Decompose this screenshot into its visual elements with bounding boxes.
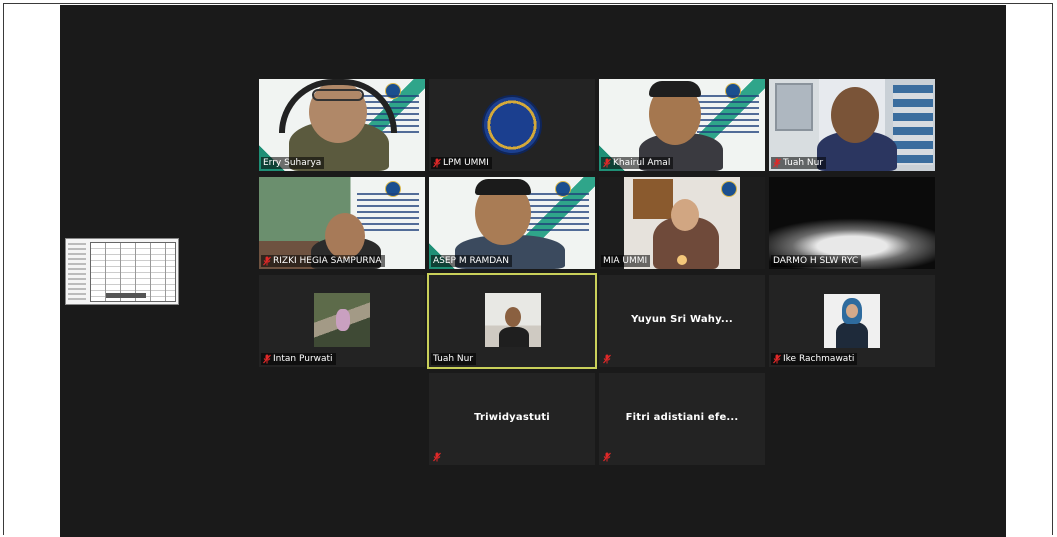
participant-name: Tuah Nur <box>433 354 474 364</box>
microphone-muted-icon <box>603 354 611 364</box>
participant-tile[interactable]: Yuyun Sri Wahy... <box>599 275 765 367</box>
participant-tile[interactable]: Ike Rachmawati <box>769 275 935 367</box>
participant-name-label <box>601 451 614 463</box>
person-head <box>831 87 879 143</box>
participant-name-label: Tuah Nur <box>431 353 477 365</box>
participant-name-label: DARMO H SLW RYC <box>771 255 862 267</box>
participant-display-name: Triwidyastuti <box>474 412 550 423</box>
university-logo <box>484 97 540 153</box>
participant-name-label <box>601 353 614 365</box>
slide-text <box>527 193 589 233</box>
participant-name-label: RIZKI HEGIA SAMPURNA <box>261 255 385 267</box>
microphone-muted-icon <box>433 158 441 168</box>
window <box>775 83 813 131</box>
participant-name: DARMO H SLW RYC <box>773 256 859 266</box>
participant-tile[interactable]: RIZKI HEGIA SAMPURNA <box>259 177 425 269</box>
participant-name: LPM UMMI <box>443 158 489 168</box>
participant-tile[interactable]: Khairul Amal <box>599 79 765 171</box>
participant-display-name: Yuyun Sri Wahy... <box>631 314 733 325</box>
profile-photo <box>485 293 541 347</box>
participant-name: MIA UMMI <box>603 256 648 266</box>
profile-photo <box>824 294 880 348</box>
spreadsheet-footer <box>106 293 146 298</box>
person-face <box>846 304 858 318</box>
slide-text <box>697 95 759 135</box>
person-head <box>325 213 365 259</box>
person-face <box>671 199 699 231</box>
participant-tile[interactable]: Erry Suharya <box>259 79 425 171</box>
participant-tile-active-speaker[interactable]: Tuah Nur <box>427 273 597 369</box>
microphone-muted-icon <box>603 158 611 168</box>
shared-screen-thumbnail[interactable] <box>65 238 179 305</box>
slide-logo <box>721 181 737 197</box>
participant-tile[interactable]: Tuah Nur <box>769 79 935 171</box>
participant-tile[interactable]: LPM UMMI <box>429 79 595 171</box>
microphone-muted-icon <box>433 452 441 462</box>
participant-name: Erry Suharya <box>263 158 322 168</box>
participant-tile[interactable]: MIA UMMI <box>599 177 765 269</box>
participant-name: RIZKI HEGIA SAMPURNA <box>273 256 382 266</box>
microphone-muted-icon <box>773 354 781 364</box>
participant-tile[interactable]: Intan Purwati <box>259 275 425 367</box>
microphone-muted-icon <box>603 452 611 462</box>
light <box>677 255 687 265</box>
participant-name-label: Tuah Nur <box>771 157 827 169</box>
document-sidebar <box>68 243 86 301</box>
participant-name-label: LPM UMMI <box>431 157 492 169</box>
participant-tile[interactable]: DARMO H SLW RYC <box>769 177 935 269</box>
slide-text <box>357 193 419 233</box>
participant-tile[interactable]: Triwidyastuti <box>429 373 595 465</box>
person-hair <box>475 179 531 195</box>
participant-name-label: ASEP M RAMDAN <box>431 255 512 267</box>
participant-name-label: Khairul Amal <box>601 157 674 169</box>
person-body <box>836 322 868 348</box>
bookshelf <box>893 85 933 165</box>
participant-name: Tuah Nur <box>783 158 824 168</box>
participant-name-label: Intan Purwati <box>261 353 336 365</box>
microphone-muted-icon <box>263 354 271 364</box>
profile-photo <box>314 293 370 347</box>
person-head <box>505 307 521 327</box>
participant-tile[interactable]: Fitri adistiani efe... <box>599 373 765 465</box>
participant-tile[interactable]: ASEP M RAMDAN <box>429 177 595 269</box>
person-hair <box>649 81 701 97</box>
wall-ornament <box>633 179 673 219</box>
person-body <box>499 327 529 347</box>
participant-name: Ike Rachmawati <box>783 354 855 364</box>
participant-name: Intan Purwati <box>273 354 333 364</box>
microphone-muted-icon <box>263 256 271 266</box>
participant-name-label: MIA UMMI <box>601 255 651 267</box>
participant-name: ASEP M RAMDAN <box>433 256 509 266</box>
participant-name-label: Erry Suharya <box>261 157 325 169</box>
participant-name: Khairul Amal <box>613 158 671 168</box>
participant-name-label: Ike Rachmawati <box>771 353 858 365</box>
person <box>336 309 350 331</box>
headset <box>279 79 397 133</box>
participant-display-name: Fitri adistiani efe... <box>625 412 739 423</box>
participant-name-label <box>431 451 444 463</box>
microphone-muted-icon <box>773 158 781 168</box>
